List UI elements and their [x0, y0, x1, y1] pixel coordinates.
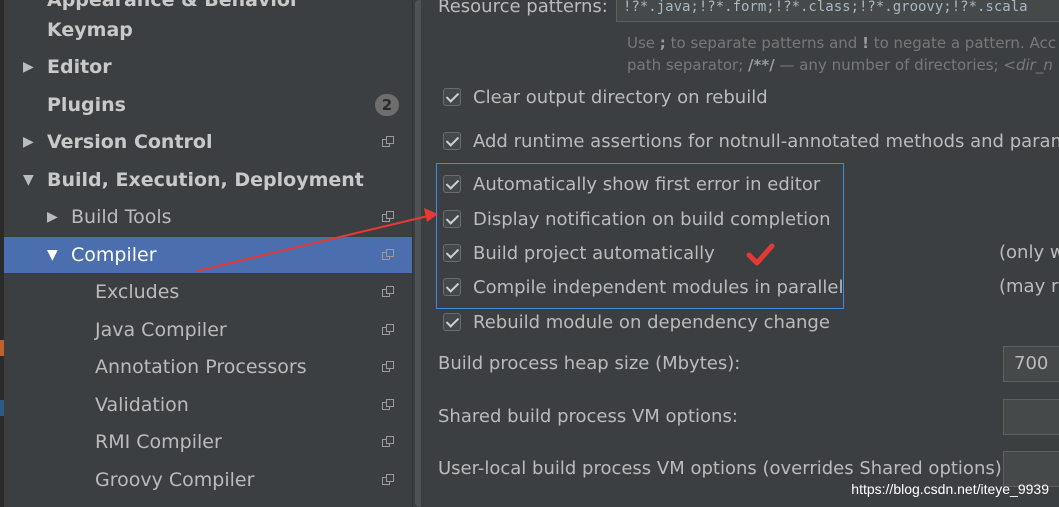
hint-text: ! [862, 34, 869, 52]
compiler-settings-panel: Resource patterns: !?*.java;!?*.form;!?*… [421, 0, 1059, 507]
tree-item-editor[interactable]: ▶ Editor [4, 49, 421, 85]
runtime-assertions-checkbox[interactable] [443, 132, 461, 150]
tree-item-label: Editor [47, 56, 112, 78]
project-level-icon [382, 211, 395, 223]
rebuild-module-checkbox[interactable] [443, 313, 461, 331]
expand-arrow-icon[interactable]: ▶ [23, 134, 34, 150]
project-level-icon [382, 361, 395, 373]
tree-item-groovy-compiler[interactable]: Groovy Compiler [4, 462, 421, 498]
tree-item-java-compiler[interactable]: Java Compiler [4, 312, 421, 348]
build-automatically-checkbox-row[interactable]: Build project automatically [443, 239, 715, 267]
tree-item-label: Build Tools [71, 206, 172, 228]
heap-size-label: Build process heap size (Mbytes): [438, 353, 741, 374]
clear-output-checkbox-row[interactable]: Clear output directory on rebuild [443, 83, 768, 111]
resource-patterns-input[interactable]: !?*.java;!?*.form;!?*.class;!?*.groovy;!… [616, 0, 1059, 22]
tree-item-label: Java Compiler [95, 319, 227, 341]
project-level-icon [382, 399, 395, 411]
update-count-badge: 2 [375, 94, 399, 116]
checkbox-label: Display notification on build completion [473, 208, 831, 230]
tree-item-label: Plugins [47, 94, 126, 116]
tree-item-label: Groovy Compiler [95, 469, 255, 491]
checkbox-label: Add runtime assertions for notnull-annot… [473, 130, 1059, 152]
user-vm-options-label: User-local build process VM options (ove… [438, 458, 1008, 479]
project-level-icon [382, 249, 395, 261]
tree-item-label: Annotation Processors [95, 356, 307, 378]
settings-tree: Appearance & Behavior Keymap ▶ Editor Pl… [4, 0, 425, 507]
tree-item-excludes[interactable]: Excludes [4, 274, 421, 310]
tree-item-label: Excludes [95, 281, 180, 303]
project-level-icon [382, 436, 395, 448]
tree-item-label: Appearance & Behavior [47, 0, 300, 11]
hint-text: to negate a pattern. Acc [868, 34, 1056, 52]
hint-text: to separate patterns and [665, 34, 863, 52]
checkbox-label: Rebuild module on dependency change [473, 311, 830, 333]
tree-item-label: Compiler [71, 244, 157, 266]
parallel-compile-checkbox[interactable] [443, 278, 461, 296]
tree-item-keymap[interactable]: Keymap [4, 12, 421, 48]
checkbox-label: Compile independent modules in parallel [473, 276, 844, 298]
hint-text: /**/ [748, 56, 775, 74]
tree-item-label: Build, Execution, Deployment [47, 169, 364, 191]
tree-item-version-control[interactable]: ▶ Version Control [4, 124, 421, 160]
collapse-arrow-icon[interactable]: ▼ [23, 172, 34, 188]
collapse-arrow-icon[interactable]: ▼ [47, 247, 58, 263]
tree-item-label: Validation [95, 394, 189, 416]
project-level-icon [382, 324, 395, 336]
tree-item-label: Keymap [47, 19, 133, 41]
tree-item-plugins[interactable]: Plugins 2 [4, 87, 421, 123]
build-automatically-checkbox[interactable] [443, 244, 461, 262]
shared-vm-options-label: Shared build process VM options: [438, 406, 738, 427]
project-level-icon [382, 474, 395, 486]
checkbox-label: Clear output directory on rebuild [473, 86, 768, 108]
show-first-error-checkbox[interactable] [443, 175, 461, 193]
tree-item-label: Version Control [47, 131, 213, 153]
shared-vm-options-input[interactable] [1003, 399, 1059, 435]
parallel-compile-checkbox-row[interactable]: Compile independent modules in parallel [443, 273, 844, 301]
tree-item-label: RMI Compiler [95, 431, 222, 453]
tree-item-compiler[interactable]: ▼ Compiler [4, 237, 421, 273]
resource-patterns-hint: path separator; /**/ — any number of dir… [627, 56, 1053, 74]
show-first-error-checkbox-row[interactable]: Automatically show first error in editor [443, 170, 820, 198]
tree-item-validation[interactable]: Validation [4, 387, 421, 423]
tree-item-annotation-processors[interactable]: Annotation Processors [4, 349, 421, 385]
project-level-icon [382, 286, 395, 298]
hint-text: — any number of directories; [774, 56, 1004, 74]
build-notification-checkbox[interactable] [443, 210, 461, 228]
resource-patterns-label: Resource patterns: [438, 0, 608, 17]
build-notification-checkbox-row[interactable]: Display notification on build completion [443, 205, 831, 233]
resource-patterns-hint: Use ; to separate patterns and ! to nega… [627, 34, 1056, 52]
checkbox-label: Build project automatically [473, 242, 715, 264]
parallel-compile-note: (may re [999, 276, 1059, 297]
project-level-icon [382, 136, 395, 148]
tree-item-build-execution-deployment[interactable]: ▼ Build, Execution, Deployment [4, 162, 421, 198]
watermark: https://blog.csdn.net/iteye_9939 [851, 481, 1049, 497]
hint-text: <dir_n [1003, 56, 1053, 74]
hint-text: path separator; [627, 56, 749, 74]
heap-size-input[interactable]: 700 [1003, 346, 1059, 382]
tree-item-build-tools[interactable]: ▶ Build Tools [4, 199, 421, 235]
clear-output-checkbox[interactable] [443, 88, 461, 106]
expand-arrow-icon[interactable]: ▶ [47, 209, 58, 225]
build-automatically-note: (only w [999, 242, 1059, 263]
tree-item-rmi-compiler[interactable]: RMI Compiler [4, 424, 421, 460]
checkbox-label: Automatically show first error in editor [473, 173, 821, 195]
expand-arrow-icon[interactable]: ▶ [23, 59, 34, 75]
rebuild-module-checkbox-row[interactable]: Rebuild module on dependency change [443, 308, 830, 336]
runtime-assertions-checkbox-row[interactable]: Add runtime assertions for notnull-annot… [443, 127, 1059, 155]
hint-text: Use [627, 34, 660, 52]
